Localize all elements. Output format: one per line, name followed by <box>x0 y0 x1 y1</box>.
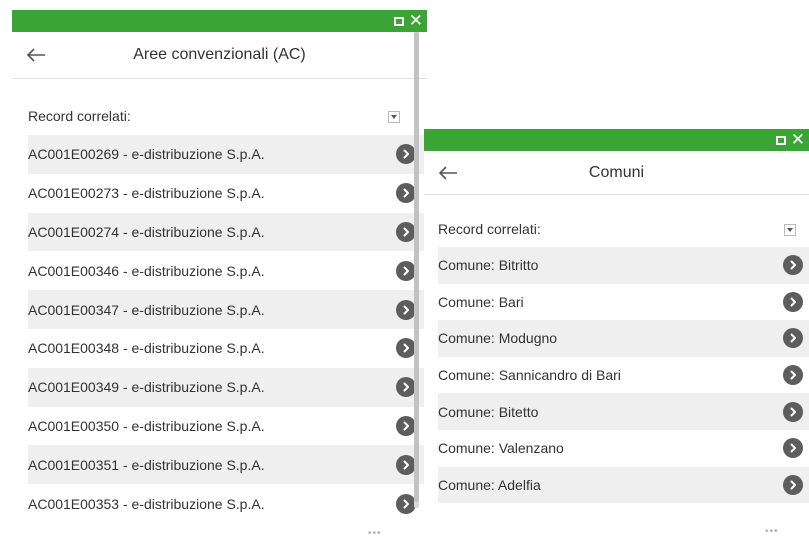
list-item[interactable]: Comune: Sannicandro di Bari <box>438 357 809 394</box>
list-item[interactable]: Comune: Adelfia <box>438 466 809 504</box>
chevron-right-circle-icon[interactable] <box>396 183 416 204</box>
chevron-right-circle-icon[interactable] <box>783 365 803 386</box>
popup-header: Aree convenzionali (AC) <box>12 32 427 79</box>
maximize-icon[interactable] <box>775 135 786 145</box>
list-item[interactable]: AC001E00346 - e-distribuzione S.p.A. <box>28 251 424 290</box>
scrollbar-thumb[interactable] <box>414 32 419 502</box>
popup-titlebar: ✕ <box>424 129 809 151</box>
list-item-label: AC001E00353 - e-distribuzione S.p.A. <box>28 495 265 512</box>
list-item-label: AC001E00350 - e-distribuzione S.p.A. <box>28 417 265 434</box>
chevron-right-circle-icon[interactable] <box>396 493 416 514</box>
list-item[interactable]: AC001E00350 - e-distribuzione S.p.A. <box>28 407 424 446</box>
maximize-icon[interactable] <box>393 16 404 26</box>
chevron-right-circle-icon[interactable] <box>396 299 416 320</box>
chevron-right-circle-icon[interactable] <box>783 328 803 349</box>
popup-header: Comuni <box>424 151 809 195</box>
dropdown-icon[interactable] <box>784 224 796 236</box>
list-item-label: Comune: Valenzano <box>438 440 564 457</box>
list-item[interactable]: Comune: Bari <box>438 284 809 321</box>
list-item-label: Comune: Bitritto <box>438 257 539 274</box>
chevron-right-circle-icon[interactable] <box>783 401 803 422</box>
close-icon[interactable]: ✕ <box>409 10 423 32</box>
related-records-list: Comune: Bitritto Comune: Bari Comune: Modu… <box>424 247 809 504</box>
list-item[interactable]: Comune: Modugno <box>438 320 809 357</box>
list-item[interactable]: Comune: Valenzano <box>438 430 809 467</box>
list-item-label: Comune: Sannicandro di Bari <box>438 367 621 384</box>
list-item-label: AC001E00274 - e-distribuzione S.p.A. <box>28 223 265 240</box>
related-records-header: Record correlati: <box>424 221 809 241</box>
list-item-label: Comune: Bitetto <box>438 403 539 420</box>
related-records-label: Record correlati: <box>28 108 131 124</box>
chevron-right-circle-icon[interactable] <box>396 221 416 242</box>
related-records-label: Record correlati: <box>438 221 541 237</box>
chevron-right-circle-icon[interactable] <box>396 260 416 281</box>
popup-aree-convenzionali: ✕ Aree convenzionali (AC) Record correla… <box>12 10 427 548</box>
list-item-label: AC001E00346 - e-distribuzione S.p.A. <box>28 262 265 279</box>
list-item[interactable]: Comune: Bitritto <box>438 247 809 284</box>
list-item-label: AC001E00269 - e-distribuzione S.p.A. <box>28 146 265 163</box>
list-item-label: Comune: Modugno <box>438 330 558 347</box>
chevron-right-circle-icon[interactable] <box>783 255 803 276</box>
popup-comuni: ✕ Comuni Record correlati: Comune: Bitri… <box>424 129 809 548</box>
chevron-right-circle-icon[interactable] <box>396 454 416 475</box>
more-icon[interactable]: ••• <box>368 528 382 539</box>
list-item-label: Comune: Bari <box>438 293 524 310</box>
list-item[interactable]: Comune: Bitetto <box>438 393 809 430</box>
chevron-right-circle-icon[interactable] <box>396 338 416 359</box>
list-item[interactable]: AC001E00269 - e-distribuzione S.p.A. <box>28 135 424 174</box>
list-item-label: AC001E00349 - e-distribuzione S.p.A. <box>28 379 265 396</box>
chevron-right-circle-icon[interactable] <box>396 415 416 436</box>
list-item-label: AC001E00348 - e-distribuzione S.p.A. <box>28 340 265 357</box>
related-records-header: Record correlati: <box>12 108 427 128</box>
list-item[interactable]: AC001E00351 - e-distribuzione S.p.A. <box>28 445 424 485</box>
list-item[interactable]: AC001E00349 - e-distribuzione S.p.A. <box>28 367 424 407</box>
chevron-right-circle-icon[interactable] <box>783 291 803 312</box>
list-item[interactable]: AC001E00273 - e-distribuzione S.p.A. <box>28 174 424 213</box>
more-icon[interactable]: ••• <box>765 526 779 537</box>
list-item-label: AC001E00347 - e-distribuzione S.p.A. <box>28 301 265 318</box>
chevron-right-circle-icon[interactable] <box>396 377 416 398</box>
close-icon[interactable]: ✕ <box>791 129 805 151</box>
chevron-right-circle-icon[interactable] <box>783 474 803 495</box>
popup-title: Aree convenzionali (AC) <box>133 46 306 63</box>
list-item-label: Comune: Adelfia <box>438 476 541 493</box>
related-records-list: AC001E00269 - e-distribuzione S.p.A. AC00… <box>12 135 427 523</box>
popup-titlebar: ✕ <box>12 10 427 32</box>
list-item[interactable]: AC001E00347 - e-distribuzione S.p.A. <box>28 290 424 329</box>
dropdown-icon[interactable] <box>388 111 400 123</box>
chevron-right-circle-icon[interactable] <box>783 438 803 459</box>
scrollbar[interactable] <box>414 32 419 508</box>
list-item[interactable]: AC001E00348 - e-distribuzione S.p.A. <box>28 329 424 368</box>
list-item[interactable]: AC001E00353 - e-distribuzione S.p.A. <box>28 484 424 523</box>
chevron-right-circle-icon[interactable] <box>396 144 416 165</box>
popup-title: Comuni <box>588 163 645 181</box>
list-item-label: AC001E00273 - e-distribuzione S.p.A. <box>28 185 265 202</box>
list-item-label: AC001E00351 - e-distribuzione S.p.A. <box>28 456 265 473</box>
list-item[interactable]: AC001E00274 - e-distribuzione S.p.A. <box>28 212 424 252</box>
